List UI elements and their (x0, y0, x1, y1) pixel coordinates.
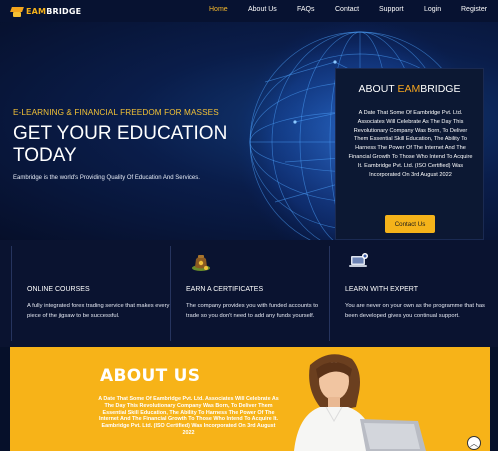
nav-support[interactable]: Support (379, 6, 404, 13)
nav-login[interactable]: Login (424, 6, 441, 13)
feature-text: The company provides you with funded acc… (186, 303, 319, 319)
main-nav: Home About Us FAQs Contact Support Login… (0, 6, 498, 18)
feature-online-courses: ONLINE COURSES A fully integrated forex … (27, 240, 172, 347)
about-card-title: ABOUT EAMBRIDGE (358, 83, 461, 95)
about-card-text: A Date That Some Of Eambridge Pvt. Ltd. … (348, 110, 473, 178)
contact-us-button[interactable]: Contact Us (385, 215, 435, 233)
feature-title: EARN A CERTIFICATES (186, 286, 264, 293)
about-us-title: ABOUT US (100, 366, 201, 386)
nav-register[interactable]: Register (461, 6, 487, 13)
feature-learn-with-expert: LEARN WITH EXPERT You are never on your … (345, 240, 490, 347)
feature-title: LEARN WITH EXPERT (345, 286, 418, 293)
money-bag-icon (192, 255, 210, 271)
about-us-text: A Date That Some Of Eambridge Pvt. Ltd. … (98, 396, 279, 436)
chevron-up-icon: ︿ (470, 438, 478, 448)
nav-contact[interactable]: Contact (335, 6, 359, 13)
feature-divider (11, 246, 12, 341)
laptop-icon (349, 253, 368, 267)
hero-section: E-LEARNING & FINANCIAL FREEDOM FOR MASSE… (0, 22, 498, 240)
smiling-woman-with-laptop-image (294, 354, 426, 451)
nav-about-us[interactable]: About Us (248, 6, 277, 13)
feature-text: You are never on your own as the program… (345, 303, 485, 319)
hero-subtitle: Eambridge is the world's Providing Quali… (13, 175, 200, 181)
site-header: EAMBRIDGE Home About Us FAQs Contact Sup… (0, 0, 498, 22)
feature-title: ONLINE COURSES (27, 286, 90, 293)
hero-tagline: E-LEARNING & FINANCIAL FREEDOM FOR MASSE… (13, 108, 219, 117)
hero-title: GET YOUR EDUCATION TODAY (13, 123, 228, 166)
nav-home[interactable]: Home (209, 6, 228, 13)
about-us-section: ABOUT US A Date That Some Of Eambridge P… (10, 347, 490, 451)
scroll-to-top-button[interactable]: ︿ (467, 436, 481, 450)
feature-text: A fully integrated forex trading service… (27, 303, 170, 319)
features-section: ONLINE COURSES A fully integrated forex … (0, 240, 498, 347)
about-eambridge-card: ABOUT EAMBRIDGE A Date That Some Of Eamb… (335, 68, 484, 240)
feature-earn-certificates: EARN A CERTIFICATES The company provides… (186, 240, 331, 347)
nav-faqs[interactable]: FAQs (297, 6, 315, 13)
